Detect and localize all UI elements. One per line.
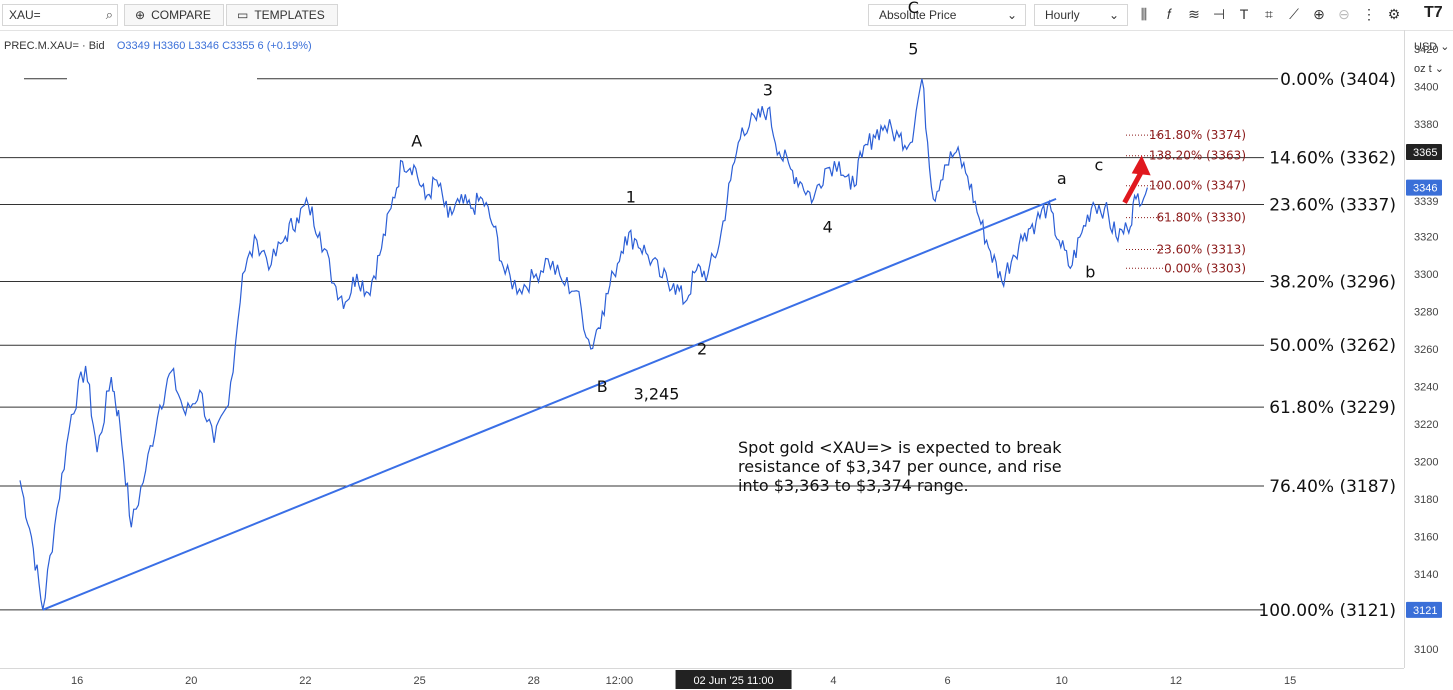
wave-label: c [1094,156,1103,175]
x-tick-label: 02 Jun '25 11:00 [693,675,773,687]
fib-label: 23.60% (3337) [1269,196,1396,216]
wave-label: A [411,131,422,150]
x-tick-label: 6 [945,675,951,687]
y-tick-label: 3339 [1414,196,1438,208]
x-tick-label: 22 [299,675,311,687]
y-tick-label: 3140 [1414,569,1438,581]
wave-label: 2 [697,340,707,359]
price-chart[interactable]: 0.00% (3404) 14.60% (3362) 23.60% (3337) 38… [0,0,1453,690]
wave-label: 5 [908,39,918,58]
fib-extension-label: 100.00% (3347) [1149,179,1246,193]
wave-label: 3 [763,81,773,100]
wave-label: 4 [823,218,833,237]
price-badge-label: 3121 [1413,605,1437,617]
note-line: Spot gold <XAU=> is expected to break [738,438,1062,457]
y-tick-label: 3300 [1414,269,1438,281]
fib-label: 50.00% (3262) [1269,336,1396,356]
y-tick-label: 3260 [1414,344,1438,356]
fib-extension-label: 138.20% (3363) [1149,149,1246,163]
y-tick-label: 3160 [1414,532,1438,544]
y-tick-label: 3280 [1414,306,1438,318]
y-tick-label: 3220 [1414,419,1438,431]
y-tick-label: 3200 [1414,457,1438,469]
x-tick-label: 12:00 [606,675,634,687]
y-tick-label: 3400 [1414,81,1438,93]
fib-label: 38.20% (3296) [1269,272,1396,292]
x-tick-label: 28 [528,675,540,687]
x-tick-label: 12 [1170,675,1182,687]
fib-extension-label: 23.60% (3313) [1157,243,1246,257]
price-badge-label: 3365 [1413,147,1437,159]
arrow-head [1131,155,1151,176]
x-tick-label: 20 [185,675,197,687]
price-series-line [19,78,1148,610]
fib-extension-label: 61.80% (3330) [1157,211,1246,225]
note-line: resistance of $3,347 per ounce, and rise [738,457,1062,476]
y-tick-label: 3100 [1414,644,1438,656]
y-tick-label: 3420 [1414,44,1438,56]
y-tick-label: 3180 [1414,494,1438,506]
x-tick-label: 15 [1284,675,1296,687]
price-badge-label: 3346 [1413,183,1437,195]
x-tick-label: 16 [71,675,83,687]
note-line: into $3,363 to $3,374 range. [738,476,969,495]
y-tick-label: 3380 [1414,119,1438,131]
trendline [42,197,1057,611]
fib-extension-label: 0.00% (3303) [1164,261,1246,275]
analysis-note: Spot gold <XAU=> is expected to break re… [738,438,1138,495]
fib-label: 0.00% (3404) [1280,70,1396,90]
wave-label: 1 [626,188,636,207]
fib-label: 14.60% (3362) [1269,149,1396,169]
x-tick-label: 10 [1056,675,1068,687]
wave-label: a [1057,169,1067,188]
wave-label: 3,245 [634,385,680,404]
y-tick-label: 3240 [1414,382,1438,394]
fib-label: 76.40% (3187) [1269,477,1396,497]
x-tick-label: 4 [830,675,836,687]
fib-label: 100.00% (3121) [1258,601,1396,621]
fib-extension-label: 161.80% (3374) [1149,128,1246,142]
wave-label: b [1085,263,1095,282]
fib-label: 61.80% (3229) [1269,398,1396,418]
wave-label: C [908,0,919,17]
x-tick-label: 25 [413,675,425,687]
wave-label: B [597,377,608,396]
y-tick-label: 3320 [1414,231,1438,243]
